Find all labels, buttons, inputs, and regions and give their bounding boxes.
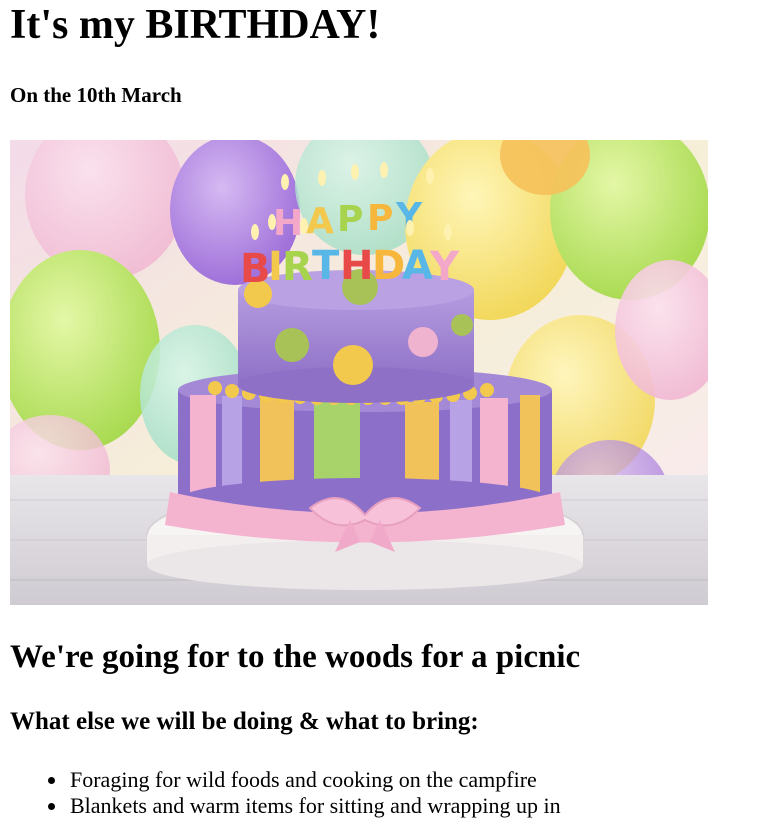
svg-text:H: H <box>273 203 303 244</box>
svg-text:B: B <box>240 246 271 292</box>
picnic-heading: We're going for to the woods for a picni… <box>10 639 581 675</box>
svg-text:I: I <box>268 244 283 290</box>
bullet-icon <box>48 777 55 784</box>
svg-text:A: A <box>306 201 334 242</box>
list-item-text: Foraging for wild foods and cooking on t… <box>70 767 537 792</box>
bring-list: Foraging for wild foods and cooking on t… <box>10 767 561 819</box>
page-title: It's my BIRTHDAY! <box>10 2 381 48</box>
bullet-icon <box>48 803 55 810</box>
event-date: On the 10th March <box>10 83 182 107</box>
list-item: Blankets and warm items for sitting and … <box>48 793 561 819</box>
svg-text:R: R <box>282 244 313 290</box>
svg-text:P: P <box>337 199 363 240</box>
list-item-text: Blankets and warm items for sitting and … <box>70 793 561 818</box>
svg-text:Y: Y <box>429 244 460 290</box>
list-item: Foraging for wild foods and cooking on t… <box>48 767 561 793</box>
svg-text:D: D <box>372 243 405 289</box>
svg-text:P: P <box>367 198 393 239</box>
svg-text:H: H <box>340 243 373 289</box>
svg-text:T: T <box>312 243 340 289</box>
list-heading: What else we will be doing & what to bri… <box>10 708 479 735</box>
birthday-cake-photo: H A P P Y B I R T H D A Y <box>10 140 708 605</box>
svg-text:A: A <box>402 243 433 289</box>
